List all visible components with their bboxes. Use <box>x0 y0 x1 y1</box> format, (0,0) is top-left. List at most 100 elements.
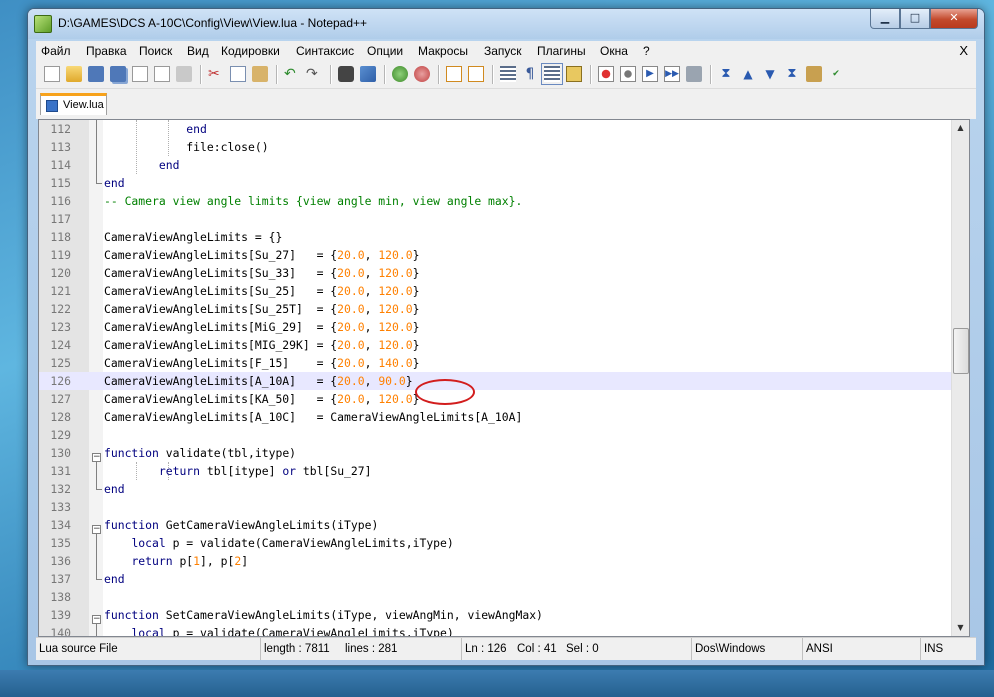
expand-all-icon[interactable]: ⧗ <box>784 66 800 82</box>
code-line[interactable]: 121 CameraViewAngleLimits[Su_25] = {20.0,… <box>39 282 951 300</box>
code-line[interactable]: 127 CameraViewAngleLimits[KA_50] = {20.0,… <box>39 390 951 408</box>
code-text[interactable]: return p[1], p[2] <box>104 552 248 570</box>
code-text[interactable]: end <box>104 570 125 588</box>
close-button[interactable]: ✕ <box>930 9 978 29</box>
show-all-chars-icon[interactable]: ¶ <box>522 66 538 82</box>
paste-icon[interactable] <box>252 66 268 82</box>
close-all-icon[interactable] <box>154 66 170 82</box>
code-text[interactable]: function SetCameraViewAngleLimits(iType,… <box>104 606 543 624</box>
code-text[interactable]: CameraViewAngleLimits[MiG_29] = {20.0, 1… <box>104 318 419 336</box>
menu-view[interactable]: Вид <box>187 44 209 58</box>
menu-edit[interactable]: Правка <box>86 44 127 58</box>
run-macro-multiple-icon[interactable]: ▶▶ <box>664 66 680 82</box>
code-text[interactable]: function validate(tbl,itype) <box>104 444 296 462</box>
find-icon[interactable] <box>338 66 354 82</box>
tab-view-lua[interactable]: View.lua <box>40 93 107 115</box>
code-line[interactable]: 117 <box>39 210 951 228</box>
menu-windows[interactable]: Окна <box>600 44 628 58</box>
code-line[interactable]: 136 return p[1], p[2] <box>39 552 951 570</box>
indent-guide-icon[interactable] <box>541 63 563 85</box>
cut-icon[interactable]: ✂ <box>208 66 224 82</box>
spell-check-icon[interactable]: ✔ <box>828 66 844 82</box>
vertical-scrollbar[interactable]: ▲ ▼ <box>951 120 969 636</box>
code-text[interactable]: file:close() <box>104 138 268 156</box>
new-file-icon[interactable] <box>44 66 60 82</box>
code-line[interactable]: 133 <box>39 498 951 516</box>
code-line[interactable]: 112 end <box>39 120 951 138</box>
sync-horizontal-icon[interactable] <box>468 66 484 82</box>
menu-syntax[interactable]: Синтаксис <box>296 44 354 58</box>
save-all-icon[interactable] <box>110 66 126 82</box>
code-text[interactable]: CameraViewAngleLimits[Su_25T] = {20.0, 1… <box>104 300 419 318</box>
zoom-in-icon[interactable] <box>392 66 408 82</box>
minimize-button[interactable]: ▁ <box>870 9 900 29</box>
menu-plugins[interactable]: Плагины <box>537 44 586 58</box>
code-editor[interactable]: − − − 112 end 113 file:close() 114 end 115 e… <box>38 119 970 637</box>
code-text[interactable]: end <box>104 480 125 498</box>
code-line[interactable]: 125 CameraViewAngleLimits[F_15] = {20.0, … <box>39 354 951 372</box>
menu-help[interactable]: ? <box>643 44 650 58</box>
menu-run[interactable]: Запуск <box>484 44 522 58</box>
code-line[interactable]: 131 return tbl[itype] or tbl[Su_27] <box>39 462 951 480</box>
copy-icon[interactable] <box>230 66 246 82</box>
scroll-thumb[interactable] <box>953 328 969 374</box>
save-macro-icon[interactable] <box>686 66 702 82</box>
code-line[interactable]: 115 end <box>39 174 951 192</box>
code-line[interactable]: 140 local p = validate(CameraViewAngleLi… <box>39 624 951 636</box>
menu-encoding[interactable]: Кодировки <box>221 44 280 58</box>
plugin-manager-icon[interactable] <box>806 66 822 82</box>
menu-search[interactable]: Поиск <box>139 44 172 58</box>
fold-up-icon[interactable]: ▲ <box>740 66 756 82</box>
code-text[interactable]: CameraViewAngleLimits[Su_27] = {20.0, 12… <box>104 246 419 264</box>
code-line[interactable]: 137 end <box>39 570 951 588</box>
code-line[interactable]: 138 <box>39 588 951 606</box>
code-text[interactable]: CameraViewAngleLimits[A_10A] = {20.0, 90… <box>104 372 413 390</box>
menu-options[interactable]: Опции <box>367 44 403 58</box>
code-text[interactable]: -- Camera view angle limits {view angle … <box>104 192 522 210</box>
close-file-icon[interactable] <box>132 66 148 82</box>
code-line[interactable]: 124 CameraViewAngleLimits[MIG_29K] = {20.… <box>39 336 951 354</box>
code-text[interactable]: CameraViewAngleLimits[MIG_29K] = {20.0, … <box>104 336 419 354</box>
code-text[interactable]: CameraViewAngleLimits = {} <box>104 228 282 246</box>
code-line[interactable]: 113 file:close() <box>39 138 951 156</box>
code-text[interactable]: CameraViewAngleLimits[F_15] = {20.0, 140… <box>104 354 419 372</box>
code-text[interactable]: CameraViewAngleLimits[A_10C] = CameraVie… <box>104 408 522 426</box>
code-line[interactable]: 116 -- Camera view angle limits {view ang… <box>39 192 951 210</box>
code-line[interactable]: 119 CameraViewAngleLimits[Su_27] = {20.0,… <box>39 246 951 264</box>
undo-icon[interactable]: ↶ <box>284 66 300 82</box>
code-line[interactable]: 114 end <box>39 156 951 174</box>
code-text[interactable]: CameraViewAngleLimits[KA_50] = {20.0, 12… <box>104 390 419 408</box>
word-wrap-icon[interactable] <box>500 66 516 82</box>
code-text[interactable]: local p = validate(CameraViewAngleLimits… <box>104 534 453 552</box>
code-line[interactable]: 134 function GetCameraViewAngleLimits(iTy… <box>39 516 951 534</box>
code-line[interactable]: 128 CameraViewAngleLimits[A_10C] = Camera… <box>39 408 951 426</box>
code-text[interactable]: end <box>104 174 125 192</box>
code-text[interactable]: end <box>104 156 180 174</box>
close-document-x[interactable]: X <box>959 43 968 58</box>
menu-macros[interactable]: Макросы <box>418 44 468 58</box>
replace-icon[interactable] <box>360 66 376 82</box>
code-line[interactable]: 139 function SetCameraViewAngleLimits(iTy… <box>39 606 951 624</box>
menu-file[interactable]: Файл <box>41 44 71 58</box>
scroll-up-icon[interactable]: ▲ <box>952 120 969 136</box>
open-file-icon[interactable] <box>66 66 82 82</box>
code-line[interactable]: 130 function validate(tbl,itype) <box>39 444 951 462</box>
code-text[interactable]: end <box>104 120 207 138</box>
play-macro-icon[interactable]: ▶ <box>642 66 658 82</box>
scroll-down-icon[interactable]: ▼ <box>952 620 969 636</box>
code-text[interactable]: return tbl[itype] or tbl[Su_27] <box>104 462 372 480</box>
user-defined-lang-icon[interactable] <box>566 66 582 82</box>
code-text[interactable]: CameraViewAngleLimits[Su_25] = {20.0, 12… <box>104 282 419 300</box>
sync-vertical-icon[interactable] <box>446 66 462 82</box>
code-text[interactable]: CameraViewAngleLimits[Su_33] = {20.0, 12… <box>104 264 419 282</box>
record-macro-icon[interactable] <box>598 66 614 82</box>
code-line[interactable]: 120 CameraViewAngleLimits[Su_33] = {20.0,… <box>39 264 951 282</box>
code-line[interactable]: 118 CameraViewAngleLimits = {} <box>39 228 951 246</box>
collapse-all-icon[interactable]: ⧗ <box>718 66 734 82</box>
save-icon[interactable] <box>88 66 104 82</box>
title-bar[interactable]: D:\GAMES\DCS A-10C\Config\View\View.lua … <box>28 9 984 39</box>
code-line[interactable]: 135 local p = validate(CameraViewAngleLi… <box>39 534 951 552</box>
code-line[interactable]: 129 <box>39 426 951 444</box>
code-text[interactable]: function GetCameraViewAngleLimits(iType) <box>104 516 378 534</box>
fold-down-icon[interactable]: ▼ <box>762 66 778 82</box>
